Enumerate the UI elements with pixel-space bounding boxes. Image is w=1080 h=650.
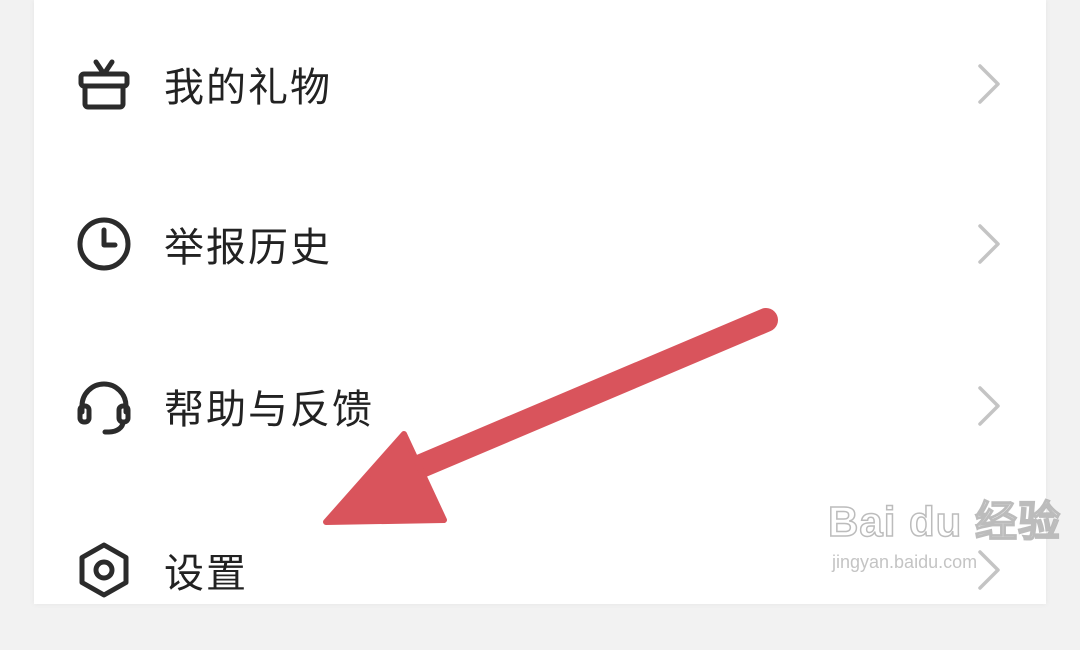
menu-item-report-history[interactable]: 举报历史 (34, 164, 1046, 324)
settings-hexagon-icon (74, 540, 134, 600)
chevron-right-icon (974, 62, 1004, 106)
menu-item-settings[interactable]: 设置 (34, 490, 1046, 650)
menu-item-my-gifts[interactable]: 我的礼物 (34, 4, 1046, 164)
menu-item-label: 设置 (164, 551, 248, 597)
clock-icon (74, 214, 134, 274)
settings-menu-card: 我的礼物 举报历史 帮助与反馈 设置 (34, 0, 1046, 604)
gift-icon (74, 54, 134, 114)
chevron-right-icon (974, 384, 1004, 428)
headset-icon (74, 376, 134, 436)
chevron-right-icon (974, 548, 1004, 592)
menu-item-label: 举报历史 (164, 225, 332, 271)
menu-item-help-feedback[interactable]: 帮助与反馈 (34, 326, 1046, 486)
menu-item-label: 我的礼物 (164, 65, 332, 111)
chevron-right-icon (974, 222, 1004, 266)
menu-item-label: 帮助与反馈 (164, 387, 374, 433)
